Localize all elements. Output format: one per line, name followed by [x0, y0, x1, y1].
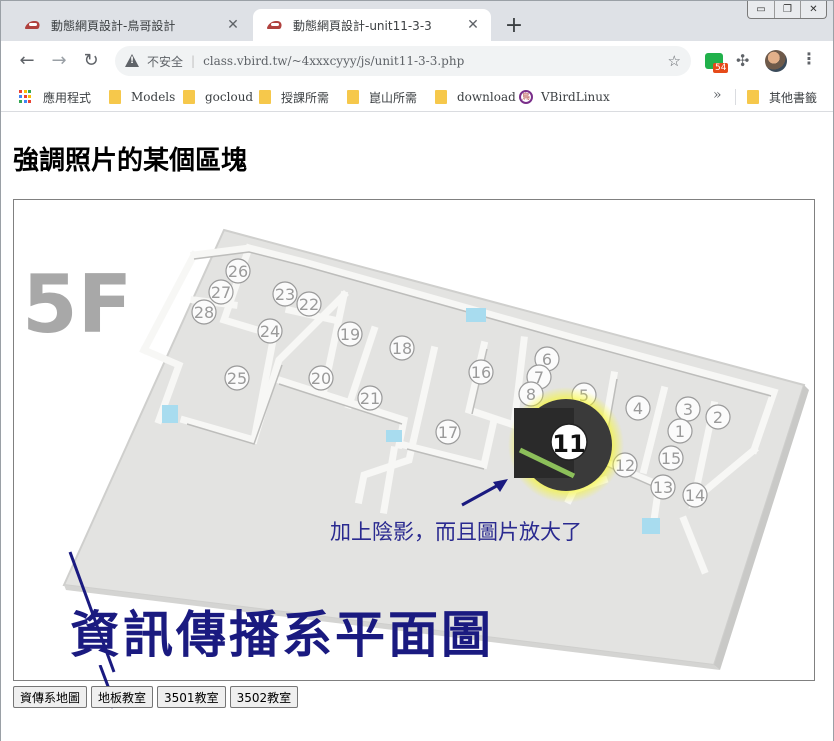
room-number: 19 — [340, 325, 360, 344]
room-number: 27 — [211, 283, 231, 302]
room-number: 13 — [653, 478, 673, 497]
browser-toolbar: ← → ↻ 不安全 | class.vbird.tw/~4xxxcyyy/js/… — [1, 41, 833, 81]
site-favicon-icon — [267, 17, 283, 33]
bookmark-kunshan[interactable]: 崑山所需 — [347, 87, 417, 107]
room-number: 20 — [311, 369, 331, 388]
map-overview-button[interactable]: 資傳系地圖 — [13, 686, 88, 708]
room-number: 28 — [194, 303, 214, 322]
bookmark-models[interactable]: Models — [109, 87, 175, 107]
reload-icon[interactable]: ↻ — [79, 49, 103, 73]
extensions-puzzle-icon[interactable]: ✣ — [736, 51, 749, 70]
bookmark-teaching[interactable]: 授課所需 — [259, 87, 329, 107]
window-controls: ▭ ❐ ✕ — [747, 1, 827, 19]
page-title: 強調照片的某個區塊 — [13, 146, 248, 176]
tab-strip: 動態網頁設計-鳥哥設計 ✕ 動態網頁設計-unit11-3-3 ✕ + ▭ ❐ … — [1, 1, 833, 41]
tab-vbird-design[interactable]: 動態網頁設計-鳥哥設計 ✕ — [11, 9, 251, 41]
warning-icon[interactable] — [125, 54, 139, 68]
url-text[interactable]: class.vbird.tw/~4xxxcyyy/js/unit11-3-3.p… — [203, 54, 464, 68]
folder-icon — [747, 90, 759, 104]
floor-classroom-button[interactable]: 地板教室 — [91, 686, 154, 708]
view-button-row: 資傳系地圖 地板教室 3501教室 3502教室 — [13, 686, 299, 708]
floor-label: 5F — [22, 258, 132, 351]
room-number: 21 — [360, 389, 380, 408]
browser-window: 動態網頁設計-鳥哥設計 ✕ 動態網頁設計-unit11-3-3 ✕ + ▭ ❐ … — [0, 0, 834, 741]
room-number: 2 — [713, 408, 723, 427]
close-icon[interactable]: ✕ — [463, 15, 483, 35]
bookmark-label: Models — [131, 90, 176, 104]
room-number: 17 — [438, 423, 458, 442]
classroom-3501-button[interactable]: 3501教室 — [157, 686, 226, 708]
folder-icon — [259, 90, 271, 104]
bookmark-apps[interactable]: 應用程式 — [19, 87, 91, 107]
extension-badge: 54 — [713, 63, 729, 73]
door-marker — [466, 308, 486, 322]
insecure-label[interactable]: 不安全 — [147, 53, 183, 70]
site-favicon-icon — [25, 17, 41, 33]
room-number: 4 — [633, 399, 643, 418]
floor-plan-image: 5F 2627282322241918252021166785432117151… — [13, 199, 815, 681]
classroom-3502-button[interactable]: 3502教室 — [229, 686, 299, 708]
tab-unit11-3-3[interactable]: 動態網頁設計-unit11-3-3 ✕ — [253, 9, 491, 41]
highlight-room-number: 11 — [552, 430, 585, 458]
bookmark-label: 授課所需 — [281, 90, 330, 105]
bookmark-label: 應用程式 — [43, 90, 92, 105]
bookmark-other[interactable]: 其他書籤 — [747, 87, 817, 107]
room-number: 22 — [299, 295, 319, 314]
bookmark-label: download — [457, 90, 516, 104]
room-number: 3 — [683, 400, 693, 419]
room-number: 14 — [685, 486, 705, 505]
room-number: 16 — [471, 363, 491, 382]
room-number: 25 — [227, 369, 247, 388]
new-tab-button[interactable]: + — [501, 13, 527, 39]
room-number: 23 — [275, 285, 295, 304]
close-window-icon[interactable]: ✕ — [800, 1, 826, 18]
folder-icon — [347, 90, 359, 104]
floor-plan-svg: 5F 2627282322241918252021166785432117151… — [22, 228, 809, 673]
door-marker — [162, 405, 178, 423]
folder-icon — [183, 90, 195, 104]
door-marker — [642, 518, 660, 534]
more-menu-icon[interactable]: ⋮ — [801, 49, 817, 68]
forward-arrow-icon[interactable]: → — [47, 49, 71, 73]
close-icon[interactable]: ✕ — [223, 15, 243, 35]
bookmarks-overflow-icon[interactable]: » — [713, 87, 722, 103]
bookmark-label: gocloud — [205, 90, 254, 104]
map-caption: 資訊傳播系平面圖 — [70, 605, 494, 664]
bookmark-download[interactable]: download — [435, 87, 516, 107]
bookmark-gocloud[interactable]: gocloud — [183, 87, 253, 107]
bookmark-label: 其他書籤 — [769, 90, 818, 105]
address-bar[interactable]: 不安全 | class.vbird.tw/~4xxxcyyy/js/unit11… — [115, 46, 691, 76]
vbird-icon: 鳥 — [519, 90, 533, 104]
bookmark-star-icon[interactable]: ☆ — [668, 52, 681, 70]
annotation-text: 加上陰影，而且圖片放大了 — [330, 520, 582, 544]
bookmark-label: VBirdLinux — [541, 90, 610, 104]
tab-title: 動態網頁設計-unit11-3-3 — [293, 18, 432, 33]
room-number: 18 — [392, 339, 412, 358]
tab-title: 動態網頁設計-鳥哥設計 — [51, 18, 176, 33]
room-number: 24 — [260, 322, 280, 341]
room-number: 26 — [228, 262, 248, 281]
bookmarks-bar: 應用程式 Models gocloud 授課所需 崑山所需 download 鳥… — [1, 81, 833, 112]
door-marker — [386, 430, 402, 442]
back-arrow-icon[interactable]: ← — [15, 49, 39, 73]
bookmarks-divider — [735, 89, 736, 105]
folder-icon — [435, 90, 447, 104]
minimize-icon[interactable]: ▭ — [748, 1, 774, 18]
restore-icon[interactable]: ❐ — [774, 1, 800, 18]
bookmark-vbirdlinux[interactable]: 鳥 VBirdLinux — [519, 87, 610, 107]
room-number: 15 — [661, 449, 681, 468]
apps-grid-icon — [19, 90, 33, 104]
page-content: 強調照片的某個區塊 5F 26 27 28 23 22 24 19 18 25 … — [1, 113, 833, 741]
profile-avatar[interactable] — [765, 50, 787, 72]
address-divider: | — [191, 54, 196, 68]
room-number: 1 — [675, 422, 685, 441]
bookmark-label: 崑山所需 — [369, 90, 418, 105]
folder-icon — [109, 90, 121, 104]
